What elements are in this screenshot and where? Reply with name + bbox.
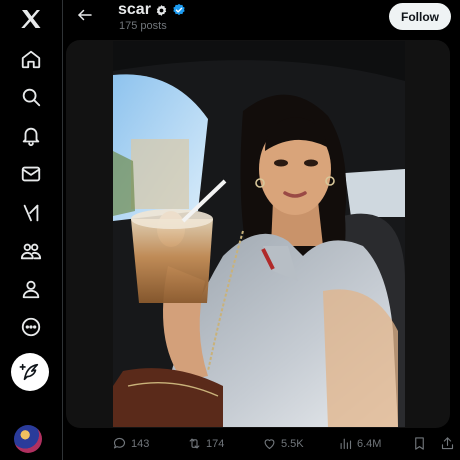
profile-icon[interactable]: [12, 270, 50, 308]
views-count: 6.4M: [357, 437, 382, 450]
grok-icon[interactable]: [12, 194, 50, 232]
profile-name: scar: [118, 1, 151, 18]
post-action-bar: 143 174 5.5K 6.4M: [0, 436, 460, 456]
profile-title-row: scar: [118, 0, 186, 20]
repost-icon: [189, 438, 200, 449]
bookmark-icon: [415, 437, 424, 450]
communities-icon[interactable]: [12, 232, 50, 270]
reply-count: 143: [131, 437, 150, 450]
views-button[interactable]: 6.4M: [338, 436, 381, 451]
messages-icon[interactable]: [12, 155, 50, 193]
nav-divider: [62, 0, 63, 460]
notifications-icon[interactable]: [12, 117, 50, 155]
back-arrow-icon[interactable]: [74, 4, 96, 26]
share-icon: [441, 437, 454, 450]
post-photo[interactable]: [113, 41, 405, 427]
bookmark-button[interactable]: [412, 436, 427, 451]
reply-button[interactable]: 143: [112, 436, 149, 451]
verified-badge-icon: [173, 3, 185, 16]
search-icon[interactable]: [12, 78, 50, 116]
like-count: 5.5K: [281, 437, 304, 450]
heart-icon: [264, 439, 275, 450]
x-logo-icon[interactable]: [12, 0, 50, 38]
gear-badge-icon: [156, 4, 167, 16]
repost-count: 174: [206, 437, 225, 450]
views-icon: [340, 438, 352, 450]
share-button[interactable]: [440, 436, 455, 451]
follow-button[interactable]: Follow: [389, 3, 451, 30]
compose-post-icon: [19, 363, 39, 381]
photo-illustration: [113, 41, 405, 427]
reply-icon: [113, 437, 126, 449]
like-button[interactable]: 5.5K: [262, 436, 304, 451]
repost-button[interactable]: 174: [187, 436, 224, 451]
home-icon[interactable]: [12, 40, 50, 78]
left-nav: [0, 0, 62, 460]
post-count: 175 posts: [119, 20, 167, 32]
more-icon[interactable]: [12, 308, 50, 346]
compose-post-button[interactable]: [11, 353, 49, 391]
